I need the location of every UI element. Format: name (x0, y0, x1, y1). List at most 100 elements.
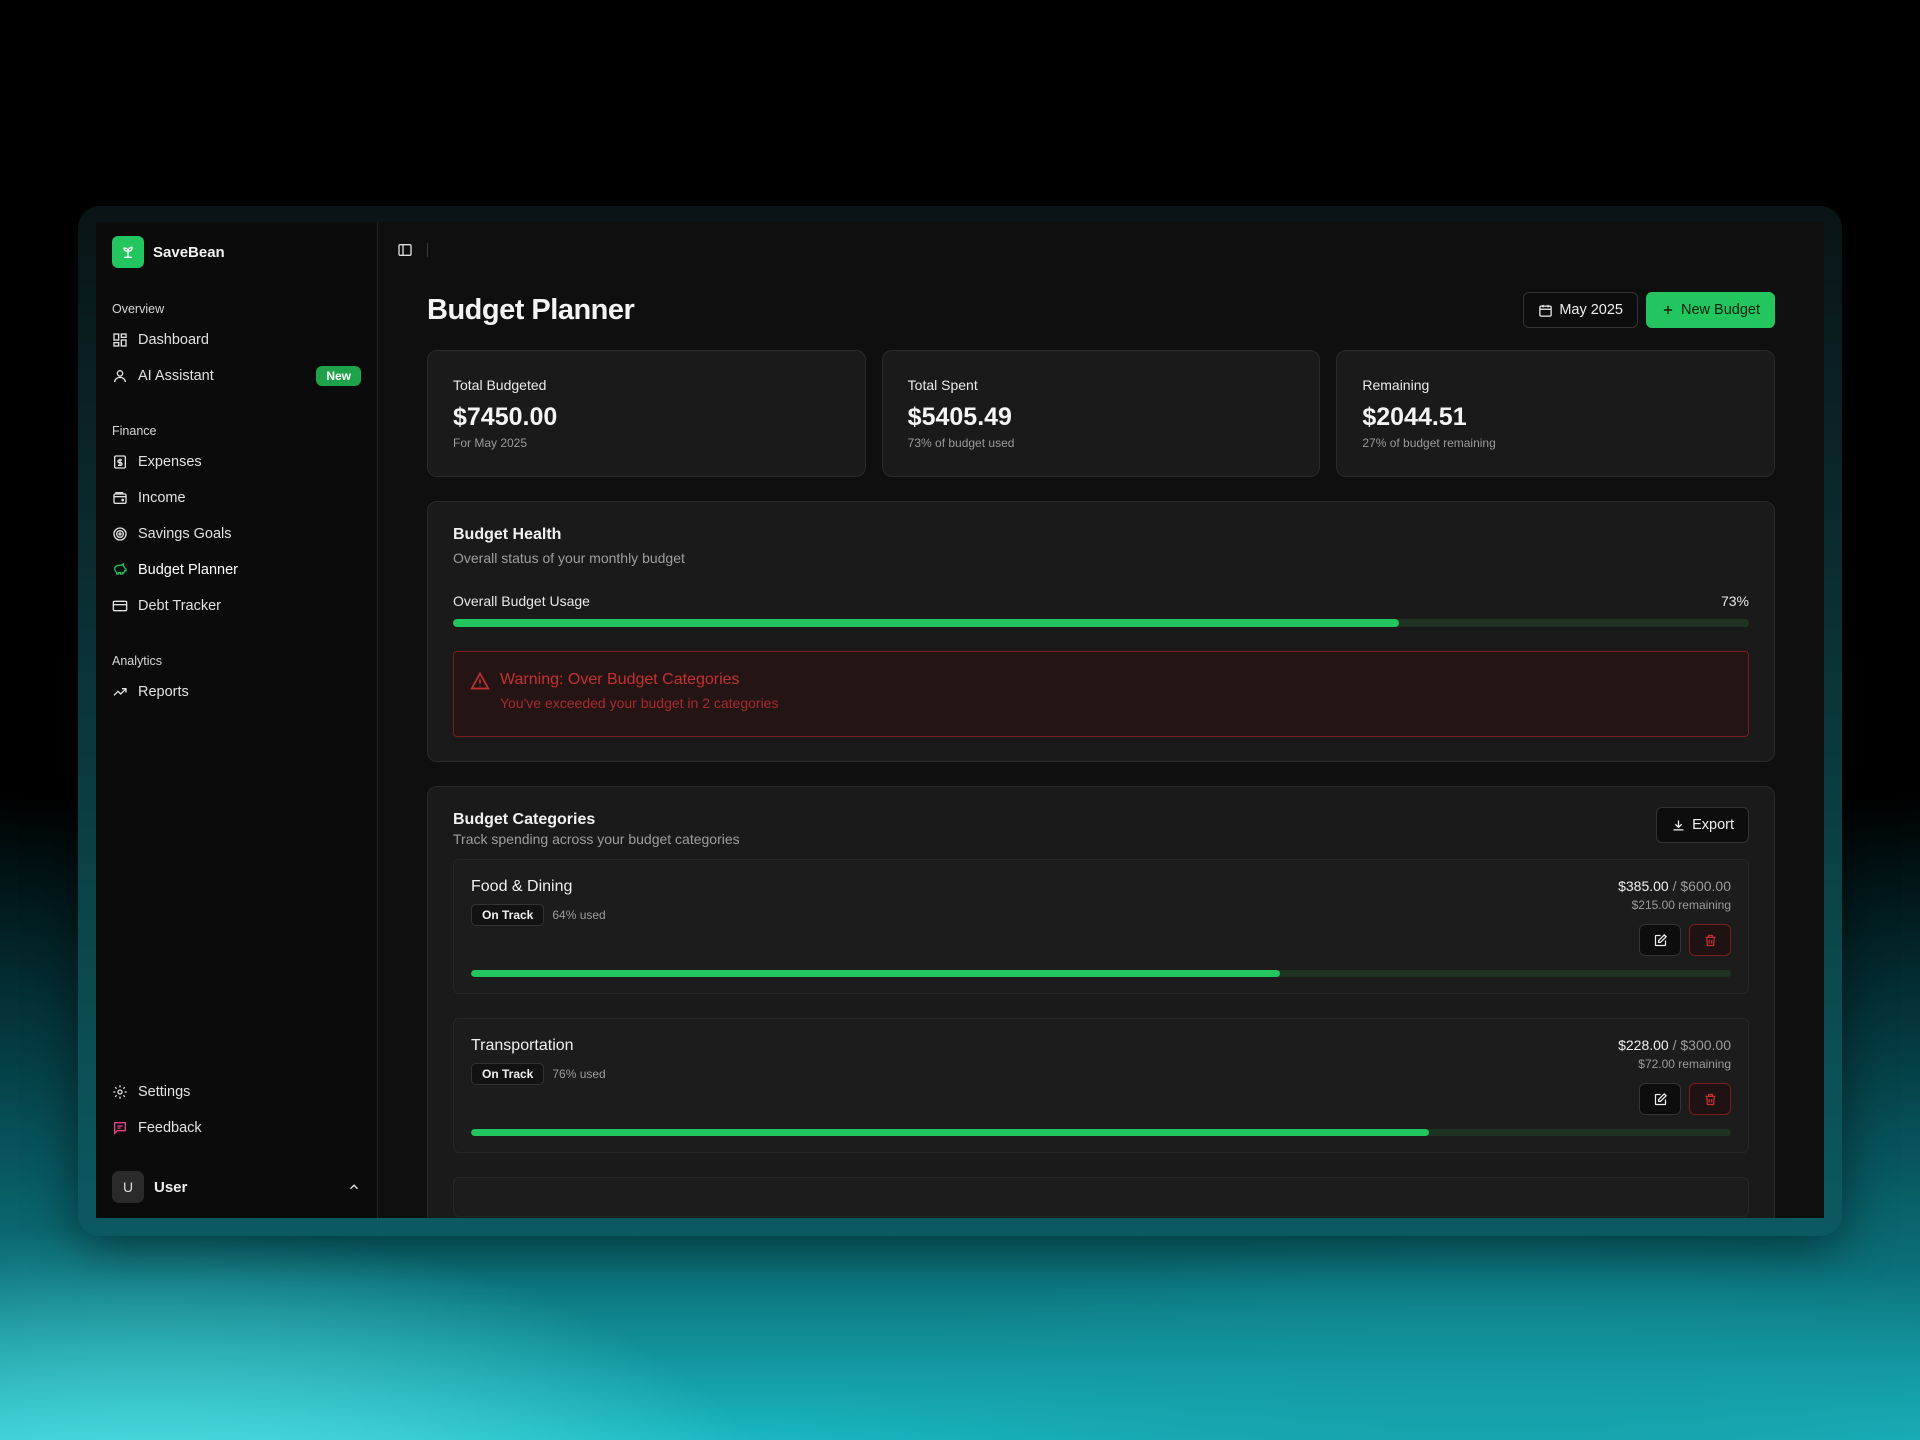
sidebar-item-label: Settings (138, 1084, 191, 1100)
stat-label: Total Budgeted (453, 377, 547, 393)
trash-icon (1705, 934, 1715, 946)
stats-row: Total Budgeted $7450.00 For May 2025 Tot… (427, 350, 1776, 477)
trending-up-icon (113, 688, 127, 696)
edit-button[interactable] (1639, 1083, 1681, 1115)
credit-card-icon (112, 600, 128, 612)
budget-categories-card: Budget Categories Track spending across … (427, 786, 1775, 1218)
month-picker-button[interactable]: May 2025 (1523, 292, 1638, 328)
category-name: Transportation (471, 1037, 574, 1054)
category-name: Food & Dining (471, 878, 573, 895)
sidebar-item-feedback[interactable]: Feedback (112, 1110, 361, 1146)
usage-percent: 73% (1720, 593, 1749, 609)
warning-title: Warning: Over Budget Categories (500, 671, 740, 688)
brand[interactable]: SaveBean (112, 236, 361, 268)
sidebar-item-settings[interactable]: Settings (112, 1074, 361, 1110)
page-content: Budget Planner May 2025 New Budget Total… (427, 278, 1776, 1218)
topbar (378, 222, 1824, 278)
app-window: SaveBean Overview Dashboard AI Assistant… (96, 222, 1824, 1218)
new-budget-button[interactable]: New Budget (1646, 292, 1775, 328)
category-item-transportation: Transportation On Track 76% used $228.00… (453, 1018, 1749, 1153)
remaining-amount: $215.00 remaining (1631, 898, 1731, 912)
used-percent: 76% used (552, 1067, 606, 1081)
delete-button[interactable] (1689, 924, 1731, 956)
brand-name: SaveBean (153, 243, 225, 261)
sprout-icon (112, 236, 144, 268)
page-title: Budget Planner (427, 293, 635, 326)
sidebar-item-label: Expenses (138, 454, 202, 470)
message-icon (114, 1122, 126, 1135)
sidebar-toggle-icon[interactable] (397, 242, 413, 258)
sidebar-item-income[interactable]: Income (112, 480, 361, 516)
edit-button[interactable] (1639, 924, 1681, 956)
avatar: U (112, 1171, 144, 1203)
category-item-partial (453, 1177, 1749, 1217)
edit-icon (1654, 933, 1667, 946)
over-budget-warning: Warning: Over Budget Categories You've e… (453, 651, 1749, 737)
trash-icon (1705, 1093, 1715, 1105)
sidebar-item-label: Income (138, 490, 186, 506)
topbar-divider (427, 243, 428, 257)
total-amount: $300.00 (1680, 1037, 1731, 1053)
user-name: User (154, 1178, 188, 1196)
main-content: Budget Planner May 2025 New Budget Total… (378, 222, 1824, 1218)
new-badge: New (316, 366, 361, 386)
sidebar-item-label: Debt Tracker (138, 598, 221, 614)
user-menu[interactable]: U User (112, 1170, 361, 1204)
categories-title: Budget Categories (453, 811, 596, 828)
stat-sub: 27% of budget remaining (1362, 436, 1496, 450)
piggy-bank-icon (113, 562, 127, 575)
category-amount: $228.00 / $300.00 (1618, 1037, 1731, 1053)
sidebar-item-expenses[interactable]: Expenses (112, 444, 361, 480)
remaining-amount: $72.00 remaining (1638, 1057, 1731, 1071)
gear-icon (113, 1085, 127, 1099)
budget-health-title: Budget Health (453, 526, 562, 543)
edit-icon (1654, 1092, 1667, 1105)
dashboard-icon (113, 333, 127, 347)
user-icon (114, 370, 126, 383)
sidebar-item-label: Budget Planner (138, 562, 238, 578)
stat-value: $5405.49 (907, 403, 1012, 431)
header-actions: May 2025 New Budget (1523, 292, 1775, 328)
sidebar-item-dashboard[interactable]: Dashboard (112, 322, 361, 358)
sidebar-item-label: AI Assistant (138, 368, 214, 384)
status-badge: On Track (471, 904, 545, 926)
budget-health-subtitle: Overall status of your monthly budget (453, 550, 685, 566)
categories-subtitle: Track spending across your budget catego… (453, 831, 740, 847)
calendar-icon (1539, 304, 1553, 317)
budget-health-card: Budget Health Overall status of your mon… (427, 501, 1775, 762)
used-percent: 64% used (552, 908, 606, 922)
export-button[interactable]: Export (1656, 807, 1749, 843)
overall-usage-bar (453, 619, 1749, 627)
usage-label: Overall Budget Usage (453, 593, 590, 609)
stat-card-remaining: Remaining $2044.51 27% of budget remaini… (1336, 350, 1776, 477)
category-progress-bar (471, 1129, 1731, 1136)
new-budget-label: New Budget (1681, 302, 1760, 318)
wallet-icon (113, 492, 127, 504)
sidebar: SaveBean Overview Dashboard AI Assistant… (96, 222, 378, 1218)
sidebar-item-reports[interactable]: Reports (112, 674, 361, 710)
category-amount: $385.00 / $600.00 (1618, 878, 1731, 894)
sidebar-item-label: Reports (138, 684, 189, 700)
category-progress-fill (471, 1129, 1429, 1136)
stat-sub: For May 2025 (453, 436, 528, 450)
sidebar-item-label: Feedback (138, 1120, 202, 1136)
download-icon (1673, 820, 1684, 830)
section-label-overview: Overview (112, 302, 165, 316)
categories-header: Budget Categories Track spending across … (453, 807, 1749, 847)
sidebar-item-savings-goals[interactable]: Savings Goals (112, 516, 361, 552)
delete-button[interactable] (1689, 1083, 1731, 1115)
stat-card-total-budgeted: Total Budgeted $7450.00 For May 2025 (427, 350, 866, 477)
sidebar-item-label: Savings Goals (138, 526, 232, 542)
stat-card-total-spent: Total Spent $5405.49 73% of budget used (881, 350, 1321, 477)
overall-usage-fill (453, 619, 1400, 627)
plus-icon (1663, 305, 1673, 315)
warning-subtitle: You've exceeded your budget in 2 categor… (500, 695, 779, 711)
section-label-finance: Finance (112, 424, 157, 438)
page-header: Budget Planner May 2025 New Budget (427, 290, 1775, 330)
sidebar-item-ai-assistant[interactable]: AI Assistant New (112, 358, 361, 394)
stat-value: $7450.00 (453, 403, 558, 431)
sidebar-item-budget-planner[interactable]: Budget Planner (112, 552, 361, 588)
sidebar-item-debt-tracker[interactable]: Debt Tracker (112, 588, 361, 624)
category-progress-fill (471, 970, 1280, 977)
month-label: May 2025 (1559, 302, 1623, 318)
